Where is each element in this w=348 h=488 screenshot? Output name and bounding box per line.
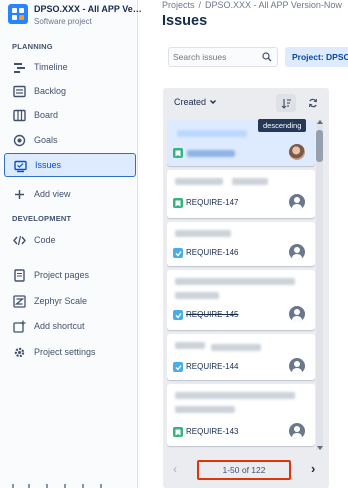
sidebar-item-label: Code [34, 235, 56, 245]
sidebar-item-label: Add shortcut [34, 321, 85, 331]
add-shortcut-icon [12, 319, 26, 333]
scroll-down-arrow-icon[interactable] [317, 446, 323, 450]
plus-icon [12, 187, 26, 201]
sidebar-item-backlog[interactable]: Backlog [4, 79, 136, 103]
avatar [289, 194, 305, 210]
search-icon [262, 52, 272, 62]
issue-card[interactable]: REQUIRE-144 [167, 334, 315, 380]
refresh-icon [309, 98, 317, 108]
code-icon [12, 233, 26, 247]
page-title: Issues [162, 13, 208, 29]
sort-label: Created [174, 97, 207, 107]
sidebar-item-project-pages[interactable]: Project pages [4, 263, 136, 287]
development-section-label: DEVELOPMENT [12, 214, 72, 223]
breadcrumb: Projects / DPSO.XXX - All APP Version-Now [162, 0, 342, 10]
breadcrumb-project[interactable]: DPSO.XXX - All APP Version-Now [205, 0, 342, 10]
sidebar-item-label: Board [34, 110, 59, 120]
issue-key: REQUIRE-146 [186, 248, 239, 257]
sidebar-item-zephyr-scale[interactable]: Zephyr Scale [4, 289, 136, 313]
sidebar-item-timeline[interactable]: Timeline [4, 55, 136, 79]
avatar [289, 423, 305, 439]
previous-page-button[interactable]: ‹ [173, 462, 177, 476]
sidebar-footer [8, 482, 128, 488]
pagination-label: 1-50 of 122 [197, 460, 291, 480]
sidebar-item-label: Issues [35, 160, 62, 170]
list-scrollbar[interactable] [316, 120, 323, 450]
scroll-up-arrow-icon[interactable] [317, 120, 323, 124]
scroll-thumb[interactable] [316, 130, 323, 162]
avatar [289, 244, 305, 260]
issue-card[interactable]: REQUIRE-146 [167, 222, 315, 266]
project-header[interactable]: DPSO.XXX - All APP Version-Now Software … [8, 4, 142, 34]
planning-section-label: PLANNING [12, 42, 53, 51]
sidebar-item-label: Add view [34, 189, 71, 199]
board-icon [12, 108, 26, 122]
issues-icon [13, 159, 27, 173]
issue-card[interactable]: REQUIRE-147 [167, 170, 315, 218]
task-type-icon [173, 362, 183, 372]
zephyr-icon [12, 294, 26, 308]
sidebar: DPSO.XXX - All APP Version-Now Software … [0, 0, 142, 488]
sidebar-item-label: Project pages [34, 270, 90, 280]
breadcrumb-projects[interactable]: Projects [162, 0, 195, 10]
goals-icon [12, 133, 26, 147]
task-type-icon [173, 248, 183, 258]
issue-card[interactable]: REQUIRE-143 [167, 384, 315, 446]
sidebar-item-label: Goals [34, 135, 58, 145]
project-name: DPSO.XXX - All APP Version-Now [34, 4, 142, 14]
issue-card[interactable]: REQUIRE-145 [167, 270, 315, 330]
next-page-button[interactable]: › [311, 461, 315, 476]
sort-direction-button[interactable] [276, 94, 296, 112]
issue-key: REQUIRE-143 [186, 427, 239, 436]
sort-tooltip: descending [258, 119, 307, 132]
issue-key: REQUIRE-145 [186, 310, 239, 319]
sidebar-item-label: Timeline [34, 62, 68, 72]
sidebar-item-goals[interactable]: Goals [4, 128, 136, 152]
sort-select[interactable]: Created [174, 97, 217, 107]
story-type-icon [173, 427, 183, 437]
sidebar-item-label: Project settings [34, 347, 96, 357]
issue-cards: REQUIRE-147 REQUIRE-146 REQUIRE-145 REQU… [167, 120, 315, 450]
sidebar-item-label: Zephyr Scale [34, 296, 88, 306]
sidebar-item-code[interactable]: Code [4, 228, 136, 252]
pagination: ‹ 1-50 of 122 › [163, 458, 329, 482]
project-type: Software project [34, 17, 92, 26]
sort-descending-icon [281, 98, 291, 109]
breadcrumb-separator: / [198, 0, 202, 10]
sidebar-item-project-settings[interactable]: Project settings [4, 340, 136, 364]
chevron-down-icon [210, 100, 217, 104]
issue-list-panel: Created descending REQUIRE-147 REQUIRE-1… [163, 88, 329, 488]
avatar [289, 306, 305, 322]
refresh-button[interactable] [305, 94, 321, 112]
gear-icon [12, 345, 26, 359]
story-type-icon [173, 198, 183, 208]
sidebar-item-label: Backlog [34, 86, 67, 96]
project-filter-button[interactable]: Project: DPSO [285, 47, 348, 67]
issue-key: REQUIRE-147 [186, 198, 239, 207]
issue-list-header: Created [163, 88, 329, 118]
sidebar-item-add-view[interactable]: Add view [4, 182, 136, 206]
pages-icon [12, 268, 26, 282]
timeline-icon [12, 60, 26, 74]
sidebar-item-add-shortcut[interactable]: Add shortcut [4, 314, 136, 338]
story-type-icon [173, 148, 183, 158]
backlog-icon [12, 84, 26, 98]
issue-key: REQUIRE-144 [186, 362, 239, 371]
avatar [289, 358, 305, 374]
sidebar-item-board[interactable]: Board [4, 103, 136, 127]
task-type-icon [173, 310, 183, 320]
project-avatar-icon [8, 4, 28, 24]
sidebar-item-issues[interactable]: Issues [4, 153, 136, 177]
avatar [289, 144, 305, 160]
